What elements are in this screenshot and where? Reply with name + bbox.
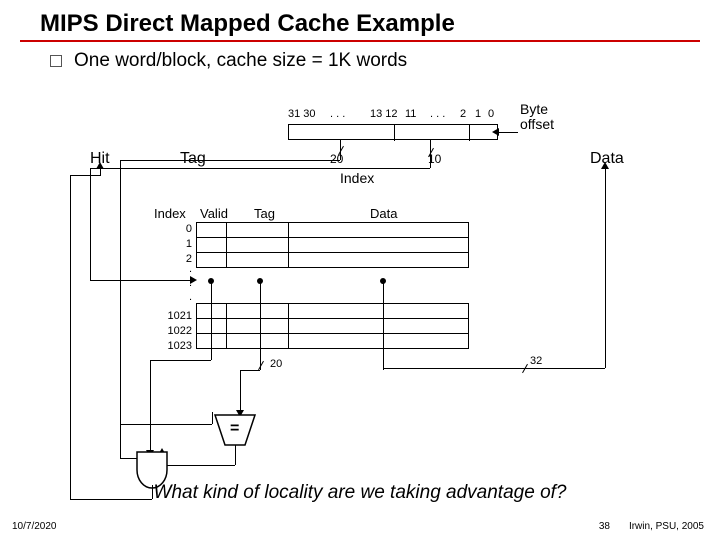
idx-1: 1 [162, 237, 192, 252]
wire-addrtag-to-cmp [120, 424, 212, 425]
bit-11: 11 [405, 108, 416, 120]
wire-addrtag-d [120, 424, 121, 458]
address-box [288, 124, 498, 140]
bit-0: 0 [488, 108, 494, 120]
data-width-32: 32 [530, 355, 542, 367]
idx-1021: 1021 [162, 309, 192, 324]
byte-offset-label: Byte offset [520, 102, 554, 132]
index-label: Index [340, 170, 374, 186]
table-dots [197, 280, 469, 292]
table-row [197, 319, 469, 334]
wire-index-h [90, 168, 430, 169]
addr-divider-1 [394, 125, 395, 141]
wire-index-v2 [90, 168, 91, 280]
footer-date: 10/7/2020 [12, 521, 57, 532]
footer-credit: Irwin, PSU, 2005 [629, 521, 704, 532]
wire-valid-d2 [150, 360, 151, 452]
subtitle-text: One word/block, cache size = 1K words [74, 50, 407, 72]
table-row [197, 334, 469, 349]
wire-dataout-h [383, 368, 605, 369]
cache-table [196, 222, 469, 349]
wire-and-up [70, 175, 71, 499]
table-dots [197, 292, 469, 304]
wire-valid-d [211, 280, 212, 360]
index-numbers: 0 1 2 . . . 1021 1022 1023 [162, 222, 192, 354]
tag-label: Tag [180, 150, 206, 168]
bit-1: 1 [475, 108, 481, 120]
wire-addrtag-v [212, 412, 213, 424]
arrow-byteoff [492, 128, 499, 136]
wire-dataout-d [383, 280, 384, 370]
tag-cmp-width: 20 [270, 358, 282, 370]
subtitle-row: One word/block, cache size = 1K words [0, 50, 720, 72]
wire-and-top [70, 175, 100, 176]
wire-valid-h [150, 360, 211, 361]
cache-diagram: 31 30 . . . 13 12 11 . . . 2 1 0 Byte of… [40, 80, 680, 480]
hdr-index: Index [154, 206, 186, 221]
question-text: What kind of locality are we taking adva… [0, 482, 720, 504]
bit-dots2: . . . [430, 108, 445, 120]
bit-31-30: 31 30 [288, 108, 316, 120]
wire-byteoff [498, 132, 518, 133]
table-row [197, 253, 469, 268]
table-row [197, 304, 469, 319]
wire-tagout-d2 [240, 370, 241, 412]
hdr-tag: Tag [254, 206, 275, 221]
bit-13-12: 13 12 [370, 108, 398, 120]
table-row [197, 238, 469, 253]
bit-2: 2 [460, 108, 466, 120]
eq-label: = [230, 420, 239, 438]
idx-1022: 1022 [162, 324, 192, 339]
wire-cmp-out [235, 445, 236, 465]
tag-width-20: 20 [330, 152, 343, 166]
addr-divider-2 [469, 125, 470, 141]
hdr-valid: Valid [200, 206, 228, 221]
wire-hit-v [100, 168, 101, 176]
wire-data-v [605, 168, 606, 368]
wire-cmp-h [162, 465, 235, 466]
arrow-data-out [601, 162, 609, 169]
slash-tagcmp [258, 361, 264, 370]
hdr-data: Data [370, 206, 397, 221]
wire-tag-h [120, 160, 340, 161]
idx-1023: 1023 [162, 339, 192, 354]
footer-page: 38 [599, 521, 610, 532]
idx-0: 0 [162, 222, 192, 237]
bullet-icon [50, 55, 62, 67]
idx-2: 2 [162, 252, 192, 267]
wire-tag-v2 [120, 160, 121, 458]
wire-tagout-h [240, 370, 260, 371]
table-row [197, 223, 469, 238]
table-dots [197, 268, 469, 280]
bit-dots1: . . . [330, 108, 345, 120]
title-underline [20, 40, 700, 42]
slide-title: MIPS Direct Mapped Cache Example [0, 0, 720, 40]
wire-tagout-d [260, 280, 261, 370]
